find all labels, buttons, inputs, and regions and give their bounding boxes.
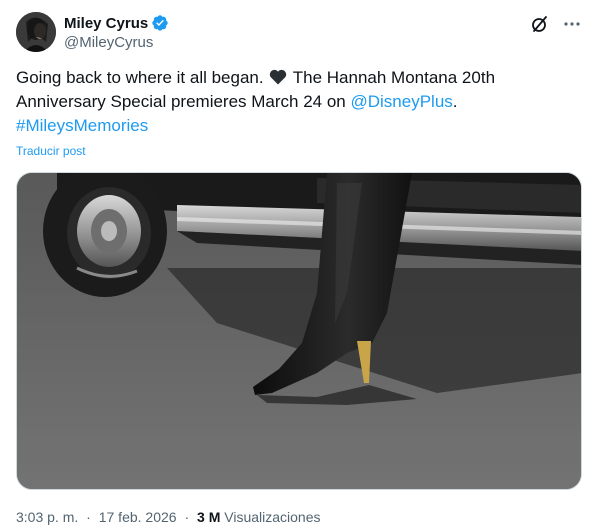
tweet-time[interactable]: 3:03 p. m.: [16, 509, 78, 525]
tweet-media-image[interactable]: [16, 172, 582, 490]
views-label: Visualizaciones: [224, 509, 321, 525]
verified-badge-icon[interactable]: [151, 14, 169, 32]
tweet-date[interactable]: 17 feb. 2026: [99, 509, 177, 525]
tweet-header: Miley Cyrus @MileyCyrus: [16, 12, 584, 58]
author-display-name[interactable]: Miley Cyrus: [64, 15, 148, 32]
grok-icon[interactable]: [530, 14, 550, 34]
tweet-card: Miley Cyrus @MileyCyrus Going back to wh…: [0, 0, 600, 532]
avatar[interactable]: [16, 12, 56, 52]
author-names: Miley Cyrus @MileyCyrus: [64, 13, 169, 51]
more-options-icon[interactable]: [562, 14, 582, 34]
black-heart-emoji-icon: [269, 68, 287, 85]
tweet-meta: 3:03 p. m. · 17 feb. 2026 · 3 M Visualiz…: [16, 509, 321, 525]
meta-separator: ·: [86, 509, 91, 525]
views-count: 3 M: [197, 509, 221, 525]
tweet-text-part1: Going back to where it all began.: [16, 68, 264, 87]
tweet-text: Going back to where it all began. The Ha…: [16, 66, 586, 138]
translate-post-link[interactable]: Traducir post: [16, 144, 86, 158]
hashtag-link[interactable]: #MileysMemories: [16, 116, 148, 135]
header-actions: [530, 14, 582, 34]
author-handle[interactable]: @MileyCyrus: [64, 34, 169, 51]
mention-link[interactable]: @DisneyPlus: [351, 92, 453, 111]
meta-separator-2: ·: [184, 509, 190, 525]
tweet-text-part3: .: [452, 92, 458, 111]
